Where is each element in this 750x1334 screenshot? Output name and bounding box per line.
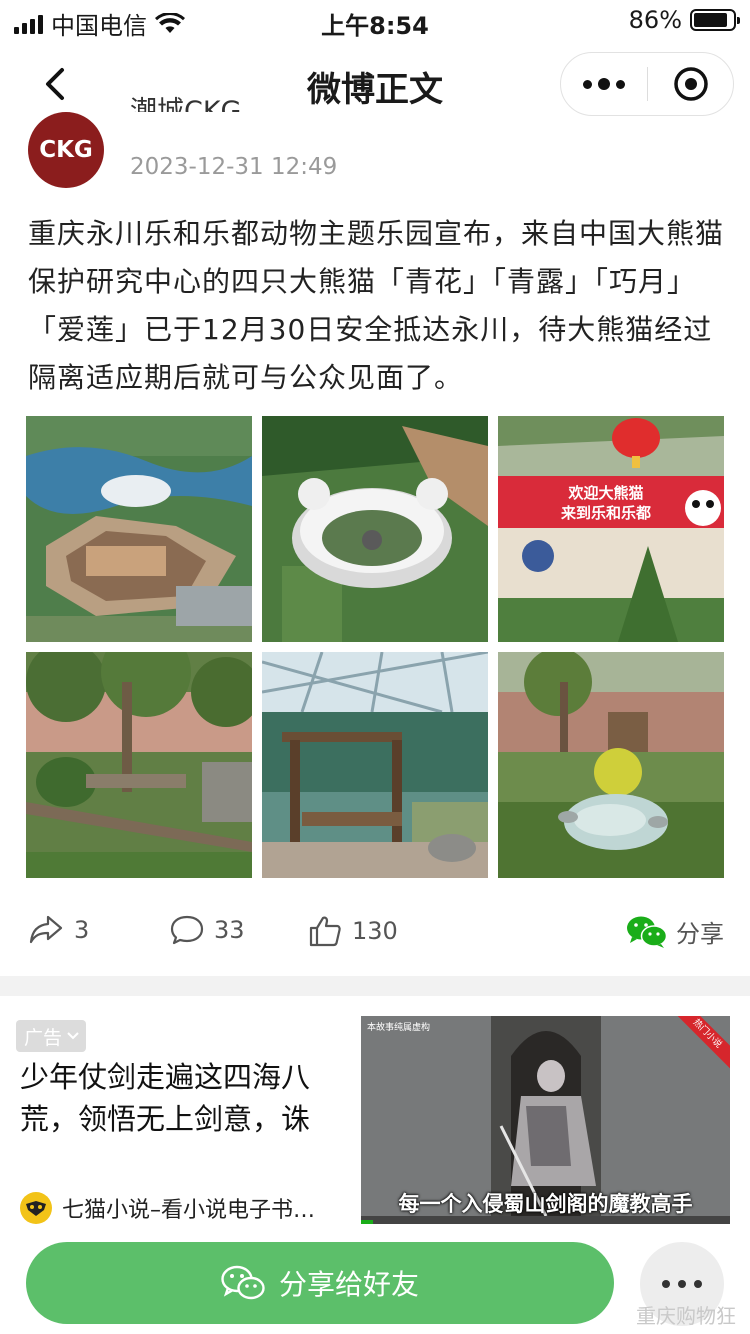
author-name[interactable]: 潮城CKG [130, 84, 241, 112]
avatar-text: CKG [39, 137, 93, 163]
ad-tag[interactable]: 广告 [16, 1020, 87, 1052]
repost-arrow-icon [29, 915, 63, 944]
indoor-wooden-platform-photo [262, 652, 488, 878]
app-logo-icon [20, 1192, 52, 1224]
banner-text-line1: 欢迎大熊猫 [567, 484, 643, 502]
watermark: 重庆购物狂 [636, 1304, 736, 1328]
more-menu-button[interactable] [561, 53, 647, 115]
mini-program-capsule [560, 52, 734, 116]
status-right: 86% [628, 6, 740, 34]
dot-icon [616, 79, 625, 89]
avatar[interactable]: CKG [28, 112, 104, 188]
ad-video-disclaimer: 本故事纯属虚构 [367, 1023, 431, 1033]
post-body-text: 重庆永川乐和乐都动物主题乐园宣布，来自中国大熊猫保护研究中心的四只大熊猫「青花」… [28, 217, 725, 394]
post-action-bar: 3 33 130 分享 [0, 906, 750, 962]
banner-text-line2: 来到乐和乐都 [560, 504, 651, 522]
ad-video-thumbnail[interactable]: 本故事纯属虚构 热门小说 每一个入侵蜀山剑阁的魔教高手 [361, 1016, 730, 1224]
wechat-icon [627, 916, 668, 948]
dot-icon [694, 1280, 702, 1288]
wechat-share-button[interactable]: 分享 [626, 914, 724, 949]
panda-enclosure-garden-photo [26, 652, 252, 878]
ad-source-name: 七猫小说–看小说电子书… [62, 1198, 316, 1223]
dot-icon [662, 1280, 670, 1288]
aerial-park-photo [26, 416, 252, 642]
like-count: 130 [352, 917, 398, 945]
close-mini-program-button[interactable] [648, 53, 734, 115]
ad-video-caption: 每一个入侵蜀山剑阁的魔教高手 [398, 1192, 693, 1216]
section-divider [0, 976, 750, 996]
post-image-5[interactable] [262, 652, 488, 878]
repost-count: 3 [74, 916, 90, 944]
repost-button[interactable]: 3 [28, 914, 89, 946]
dot-icon [598, 78, 610, 90]
post-image-4[interactable] [26, 652, 252, 878]
ad-source[interactable]: 七猫小说–看小说电子书… [20, 1192, 350, 1224]
comment-button[interactable]: 33 [170, 914, 245, 946]
battery-icon [690, 9, 740, 31]
comment-bubble-icon [170, 915, 204, 945]
enclosure-pond-photo [498, 652, 724, 878]
panda-house-aerial-photo [262, 416, 488, 642]
like-button[interactable]: 130 [308, 914, 398, 948]
ad-tag-label: 广告 [24, 1026, 63, 1049]
nav-bar: 微博正文 [0, 40, 750, 130]
chevron-down-icon [67, 1032, 79, 1040]
welcome-banner-photo: 欢迎大熊猫 来到乐和乐都 [498, 416, 724, 642]
wechat-icon [221, 1265, 265, 1300]
post-image-6[interactable] [498, 652, 724, 878]
dot-icon [583, 79, 592, 89]
target-close-icon [674, 67, 708, 101]
dot-icon [678, 1280, 686, 1288]
share-to-friends-button[interactable]: 分享给好友 [26, 1242, 614, 1324]
post-image-3[interactable]: 欢迎大熊猫 来到乐和乐都 [498, 416, 724, 642]
share-to-friends-label: 分享给好友 [278, 1268, 419, 1301]
thumbs-up-icon [309, 916, 341, 947]
comment-count: 33 [214, 916, 245, 944]
share-label: 分享 [676, 920, 724, 948]
battery-percent: 86% [628, 6, 682, 34]
post-image-1[interactable] [26, 416, 252, 642]
ad-title[interactable]: 少年仗剑走遍这四海八荒，领悟无上剑意，诛 [20, 1056, 340, 1140]
status-bar: 中国电信 上午8:54 86% [0, 0, 750, 40]
post-image-2[interactable] [262, 416, 488, 642]
post-timestamp: 2023-12-31 12:49 [130, 154, 338, 180]
